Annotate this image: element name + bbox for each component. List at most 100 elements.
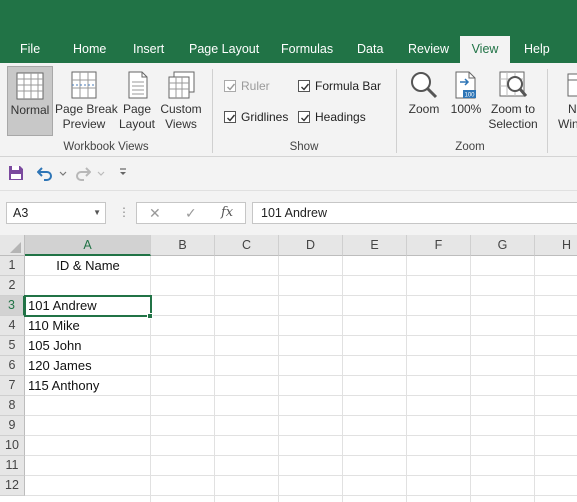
undo-dropdown[interactable]: [59, 167, 67, 181]
gridline: [25, 415, 577, 416]
select-all-button[interactable]: [0, 235, 25, 256]
new-window-label-2: Win: [558, 117, 577, 131]
row-header-11[interactable]: 11: [0, 456, 25, 476]
row-header-12[interactable]: 12: [0, 476, 25, 496]
custom-views-button[interactable]: Custom Views: [158, 70, 204, 132]
redo-icon: [76, 167, 92, 181]
tab-review[interactable]: Review: [408, 36, 449, 63]
custom-views-icon: [168, 71, 195, 99]
cell-a4[interactable]: 110 Mike: [28, 316, 80, 336]
normal-view-button[interactable]: Normal: [7, 66, 53, 136]
zoom-100-icon: 100: [455, 71, 476, 99]
zoom-button[interactable]: Zoom: [405, 70, 443, 117]
gridline: [470, 256, 471, 502]
new-window-icon: [567, 73, 577, 97]
headings-checkbox[interactable]: Headings: [298, 110, 366, 124]
checkmark-icon: [301, 114, 310, 122]
column-header-a[interactable]: A: [25, 235, 151, 256]
redo-dropdown[interactable]: [97, 167, 105, 181]
redo-button[interactable]: [75, 165, 92, 184]
row-header-5[interactable]: 5: [0, 336, 25, 356]
tab-view[interactable]: View: [460, 36, 510, 63]
undo-button[interactable]: [36, 165, 53, 184]
zoom-100-button[interactable]: 100 100%: [449, 70, 483, 117]
gridline: [278, 256, 279, 502]
zoom-to-selection-button[interactable]: Zoom to Selection: [486, 70, 540, 132]
formula-bar-splitter[interactable]: ⋮: [118, 205, 130, 219]
formula-buttons: ✕ ✓ fx: [136, 202, 246, 224]
page-break-preview-icon: [71, 71, 97, 99]
normal-view-icon: [16, 72, 44, 100]
chevron-down-icon: [59, 171, 67, 176]
row-header-6[interactable]: 6: [0, 356, 25, 376]
gridlines-check-box: [224, 111, 236, 123]
cell-a5[interactable]: 105 John: [28, 336, 82, 356]
gridline: [534, 256, 535, 502]
insert-function-icon[interactable]: fx: [221, 205, 233, 220]
page-break-preview-button[interactable]: Page Break Preview: [55, 70, 118, 132]
tab-file[interactable]: File: [20, 36, 40, 63]
column-header-f[interactable]: F: [407, 235, 471, 256]
cell-a7[interactable]: 115 Anthony: [28, 376, 99, 396]
gridline: [25, 455, 577, 456]
ribbon-tabs: File Home Insert Page Layout Formulas Da…: [0, 36, 577, 63]
row-header-4[interactable]: 4: [0, 316, 25, 336]
title-bar: [0, 0, 577, 36]
tab-insert[interactable]: Insert: [133, 36, 164, 63]
column-header-b[interactable]: B: [151, 235, 215, 256]
column-header-h[interactable]: H: [535, 235, 577, 256]
column-header-g[interactable]: G: [471, 235, 535, 256]
custom-views-label-2: Views: [165, 117, 197, 131]
formula-bar-checkbox[interactable]: Formula Bar: [298, 79, 381, 93]
customize-toolbar-icon: [120, 168, 126, 175]
zoom-label: Zoom: [408, 102, 440, 116]
gridlines-checkbox[interactable]: Gridlines: [224, 110, 288, 124]
zoom-100-label: 100%: [450, 102, 482, 116]
gridline: [25, 495, 577, 496]
gridlines-label: Gridlines: [241, 110, 289, 124]
ruler-label: Ruler: [241, 79, 270, 93]
column-header-e[interactable]: E: [343, 235, 407, 256]
ruler-checkbox[interactable]: Ruler: [224, 79, 270, 93]
row-header-8[interactable]: 8: [0, 396, 25, 416]
workbook-views-group-label: Workbook Views: [63, 141, 149, 153]
new-window-button[interactable]: N Win: [558, 70, 577, 132]
row-header-10[interactable]: 10: [0, 436, 25, 456]
worksheet-grid[interactable]: A B C D E F G H 1 2 3 4 5 6 7 8 9 10 11 …: [0, 235, 577, 502]
chevron-down-icon[interactable]: ▼: [93, 203, 101, 223]
select-all-triangle-icon: [10, 242, 21, 253]
customize-toolbar-button[interactable]: [118, 166, 128, 181]
cancel-icon[interactable]: ✕: [149, 205, 161, 222]
fill-handle[interactable]: [147, 313, 153, 319]
page-layout-view-button[interactable]: Page Layout: [116, 70, 158, 132]
tab-data[interactable]: Data: [357, 36, 383, 63]
tab-help[interactable]: Help: [524, 36, 550, 63]
row-header-9[interactable]: 9: [0, 416, 25, 436]
gridline: [214, 256, 215, 502]
tab-home[interactable]: Home: [73, 36, 106, 63]
save-button[interactable]: [8, 165, 24, 184]
cell-a6[interactable]: 120 James: [28, 356, 92, 376]
enter-icon[interactable]: ✓: [185, 205, 197, 222]
zoom-to-selection-label-1: Zoom to: [490, 102, 535, 116]
formula-input[interactable]: 101 Andrew: [252, 202, 577, 224]
tab-page-layout[interactable]: Page Layout: [189, 36, 259, 63]
name-box[interactable]: A3 ▼: [6, 202, 106, 224]
tab-formulas[interactable]: Formulas: [281, 36, 333, 63]
page-layout-label-2: Layout: [118, 117, 156, 131]
active-cell-border: [24, 295, 152, 317]
gridline: [25, 355, 577, 356]
cell-a1[interactable]: ID & Name: [25, 256, 151, 276]
zoom-100-badge: 100: [464, 93, 475, 99]
headings-check-box: [298, 111, 310, 123]
save-icon: [9, 166, 23, 180]
row-header-7[interactable]: 7: [0, 376, 25, 396]
row-header-3[interactable]: 3: [0, 296, 25, 316]
page-layout-label-1: Page: [122, 102, 152, 116]
row-header-1[interactable]: 1: [0, 256, 25, 276]
row-header-2[interactable]: 2: [0, 276, 25, 296]
column-header-d[interactable]: D: [279, 235, 343, 256]
gridline: [25, 375, 577, 376]
column-header-c[interactable]: C: [215, 235, 279, 256]
headings-label: Headings: [315, 110, 366, 124]
